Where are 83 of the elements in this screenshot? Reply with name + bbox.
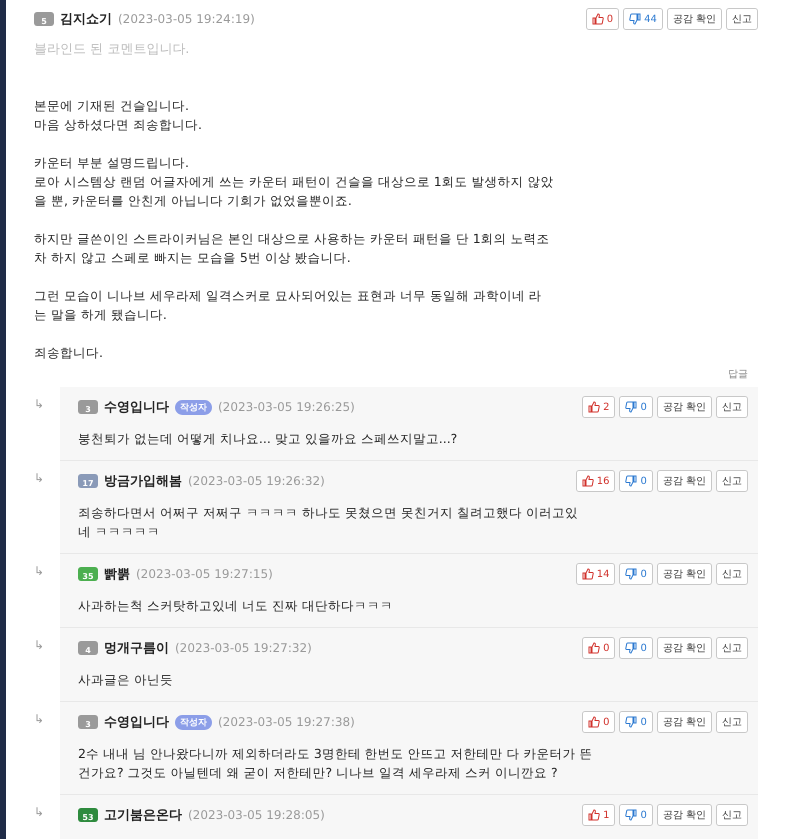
- check-likes-button[interactable]: 공감 확인: [656, 804, 712, 826]
- reply-arrow-icon: ↳: [34, 554, 60, 628]
- check-likes-button[interactable]: 공감 확인: [656, 470, 712, 492]
- check-likes-button[interactable]: 공감 확인: [656, 396, 712, 418]
- comment-paragraph: 죄송합니다.: [34, 344, 104, 362]
- comment-date: (2023-03-05 19:27:32): [175, 641, 312, 655]
- dislike-button[interactable]: 0: [619, 563, 653, 585]
- report-button[interactable]: 신고: [716, 711, 748, 733]
- reply-text: 2수 내내 님 안나왔다니까 제외하더라도 3명한테 한번도 안뜨고 저한테만 다 카운터가 뜬 건가요? 그것도 아닐텐데 왜 굳이 저한테만? 니나브 일격 세우라제 스커 이니깐요 ?: [78, 745, 594, 782]
- check-likes-button[interactable]: 공감 확인: [656, 563, 712, 585]
- comment-paragraph: 하지만 글쓴이인 스트라이커님은 본인 대상으로 사용하는 카운터 패턴을 단 1회의 노력조 차 하지 않고 스페로 빠지는 모습을 5번 이상 봤습니다.: [34, 230, 551, 267]
- reply-arrow-icon: ↳: [34, 387, 60, 461]
- comment-date: (2023-03-05 19:26:32): [188, 474, 325, 488]
- like-button[interactable]: 14: [576, 563, 616, 585]
- reply-arrow-icon: ↳: [34, 461, 60, 554]
- author-name[interactable]: 수영입니다: [104, 398, 169, 416]
- dislike-button[interactable]: 44: [623, 8, 663, 30]
- report-button[interactable]: 신고: [716, 804, 748, 826]
- author-name[interactable]: 수영입니다: [104, 713, 169, 731]
- comment-date: (2023-03-05 19:27:38): [218, 715, 355, 729]
- thumbs-up-icon: [588, 809, 600, 821]
- writer-tag: 작성자: [175, 400, 212, 414]
- comment-paragraph: 카운터 부분 설명드립니다. 로아 시스템상 랜덤 어글자에게 쓰는 카운터 패턴이 건슬을 대상으로 1회도 발생하지 않았 을 뿐, 카운터를 안친게 아닙니다 기회가 없었을뿐이죠.: [34, 154, 555, 210]
- reply-link[interactable]: 답글: [728, 367, 748, 381]
- like-button[interactable]: 1: [582, 804, 616, 826]
- level-badge-icon: 35: [78, 567, 98, 581]
- comment-date: (2023-03-05 19:28:05): [188, 808, 325, 822]
- reply-text: 사과하는척 스커탓하고있네 너도 진짜 대단하다ㅋㅋㅋ: [78, 597, 394, 615]
- author-name[interactable]: 고기붐은온다: [104, 806, 182, 824]
- report-button[interactable]: 신고: [716, 637, 748, 659]
- reply-text: 사과글은 아닌듯: [78, 671, 174, 689]
- check-likes-button[interactable]: 공감 확인: [656, 711, 712, 733]
- level-badge-icon: 53: [78, 808, 98, 822]
- comment-date: (2023-03-05 19:26:25): [218, 400, 355, 414]
- report-button[interactable]: 신고: [716, 396, 748, 418]
- thumbs-down-icon: [625, 401, 638, 413]
- author-name[interactable]: 방금가입해봄: [104, 472, 182, 490]
- dislike-button[interactable]: 0: [619, 470, 653, 492]
- author-name[interactable]: 김지쇼기: [60, 10, 112, 28]
- thumbs-down-icon: [625, 809, 638, 821]
- report-button[interactable]: 신고: [716, 470, 748, 492]
- thumbs-up-icon: [588, 642, 600, 654]
- comment-paragraph: 그런 모습이 니나브 세우라제 일격스커로 묘사되어있는 표현과 너무 동일해 과학이네 라 는 말을 하게 됐습니다.: [34, 287, 543, 324]
- reply-text: 죄송하다면서 어쩌구 저쩌구 ㅋㅋㅋㅋ 하나도 못쳤으면 못친거지 칠려고했다 이러고있 네 ㅋㅋㅋㅋㅋ: [78, 504, 579, 541]
- thumbs-down-icon: [629, 13, 642, 25]
- blinded-notice: 블라인드 된 코멘트입니다.: [34, 41, 190, 58]
- check-likes-button[interactable]: 공감 확인: [666, 8, 722, 30]
- dislike-button[interactable]: 0: [619, 804, 653, 826]
- like-button[interactable]: 2: [582, 396, 616, 418]
- reply-arrow-icon: ↳: [34, 628, 60, 702]
- level-badge-icon: 3: [78, 715, 98, 729]
- thumbs-up-icon: [588, 716, 600, 728]
- thumbs-down-icon: [625, 475, 638, 487]
- thumbs-up-icon: [582, 568, 594, 580]
- reply-arrow-icon: ↳: [34, 795, 60, 839]
- comment-date: (2023-03-05 19:24:19): [118, 12, 255, 26]
- comment-date: (2023-03-05 19:27:15): [136, 567, 273, 581]
- report-button[interactable]: 신고: [726, 8, 758, 30]
- author-name[interactable]: 멍개구름이: [104, 639, 169, 657]
- like-button[interactable]: 0: [586, 8, 620, 30]
- dislike-button[interactable]: 0: [619, 711, 653, 733]
- like-button[interactable]: 0: [582, 711, 616, 733]
- thumbs-down-icon: [625, 716, 638, 728]
- thumbs-up-icon: [582, 475, 594, 487]
- reply-text: 붕천퇴가 없는데 어떻게 치나요... 맞고 있을까요 스페쓰지말고...?: [78, 430, 458, 448]
- level-badge-icon: 3: [78, 400, 98, 414]
- writer-tag: 작성자: [175, 714, 212, 730]
- like-button[interactable]: 0: [582, 637, 616, 659]
- level-badge-icon: 5: [34, 12, 54, 26]
- thumbs-down-icon: [625, 642, 638, 654]
- thumbs-up-icon: [592, 13, 604, 25]
- dislike-button[interactable]: 0: [619, 396, 653, 418]
- thumbs-down-icon: [625, 568, 638, 580]
- author-name[interactable]: 빩뿕: [104, 565, 130, 583]
- reply-arrow-icon: ↳: [34, 702, 60, 795]
- report-button[interactable]: 신고: [716, 563, 748, 585]
- thumbs-up-icon: [588, 401, 600, 413]
- check-likes-button[interactable]: 공감 확인: [656, 637, 712, 659]
- dislike-button[interactable]: 0: [619, 637, 653, 659]
- like-button[interactable]: 16: [576, 470, 616, 492]
- level-badge-icon: 17: [78, 474, 98, 488]
- level-badge-icon: 4: [78, 641, 98, 655]
- comment-paragraph: 본문에 기재된 건슬입니다. 마음 상하셨다면 죄송합니다.: [34, 97, 203, 134]
